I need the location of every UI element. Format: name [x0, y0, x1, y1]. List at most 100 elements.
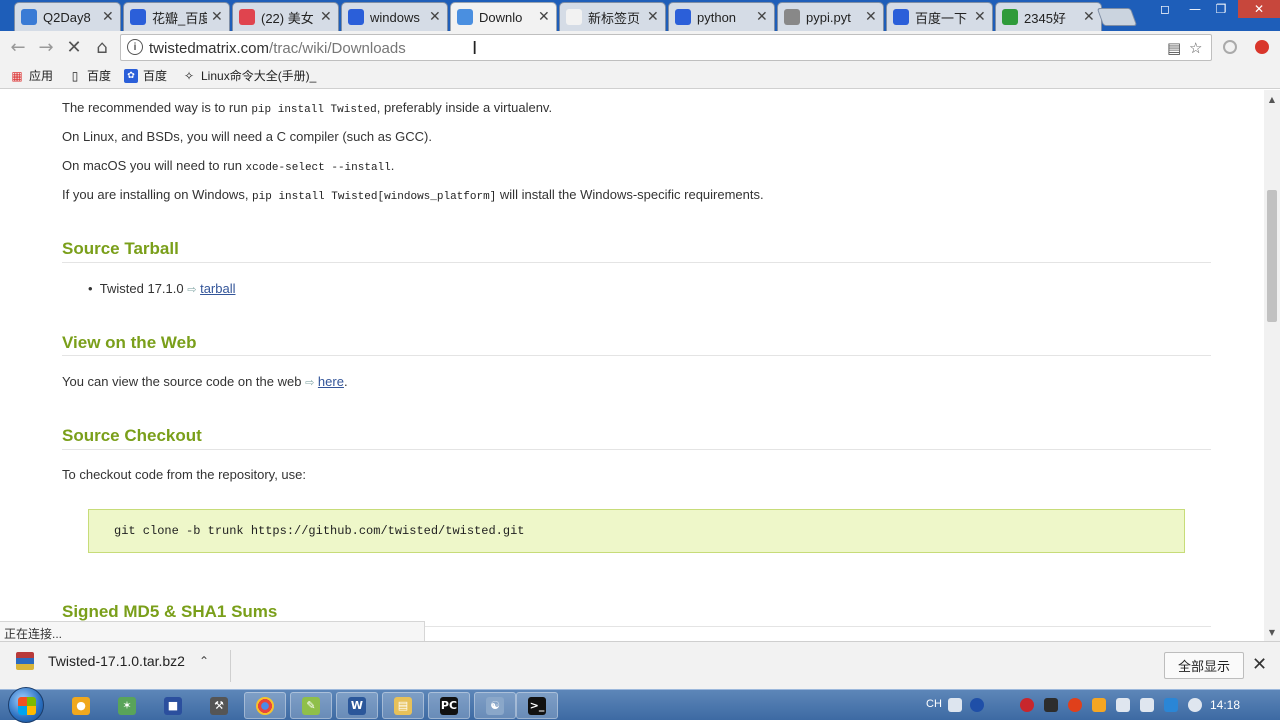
tray-app-icon[interactable]: [1068, 698, 1082, 712]
bookmarks-bar: ▦ 应用 ▯ 百度 ✿ 百度 ✧ Linux命令大全(手册)_: [0, 63, 1280, 89]
taskbar-app[interactable]: PC: [428, 692, 470, 719]
bookmark-item[interactable]: ✿ 百度: [124, 67, 167, 84]
keyboard-icon[interactable]: [948, 698, 962, 712]
scrollbar-thumb[interactable]: [1267, 190, 1277, 322]
tab-close-icon[interactable]: ✕: [102, 9, 114, 25]
help-icon[interactable]: [970, 698, 984, 712]
url-host: twistedmatrix.com: [149, 40, 270, 57]
browser-tab[interactable]: Q2Day8 ✕: [14, 2, 121, 31]
external-link-icon: ⇨: [305, 376, 315, 389]
tab-close-icon[interactable]: ✕: [647, 9, 659, 25]
taskbar-app[interactable]: ☯: [474, 692, 516, 719]
new-tab-button[interactable]: [1096, 8, 1138, 26]
inline-code: xcode-select --install: [245, 162, 391, 174]
tab-close-icon[interactable]: ✕: [429, 9, 441, 25]
antivirus-icon[interactable]: [1020, 698, 1034, 712]
tab-title: 2345好: [1024, 10, 1066, 26]
tab-title: Q2Day8: [43, 9, 91, 25]
menu-extension-icon[interactable]: [1255, 40, 1269, 54]
bookmark-item[interactable]: ✧ Linux命令大全(手册)_: [182, 67, 316, 84]
translate-icon[interactable]: ▤: [1167, 39, 1181, 57]
text: You can view the source code on the web: [62, 374, 306, 389]
home-button[interactable]: ⌂: [90, 36, 114, 58]
tab-close-icon[interactable]: ✕: [1083, 9, 1095, 25]
taskbar-app[interactable]: ■: [152, 692, 194, 719]
browser-tab[interactable]: (22) 美女 ✕: [232, 2, 339, 31]
download-item[interactable]: Twisted-17.1.0.tar.bz2 ⌃: [16, 652, 209, 670]
browser-tab[interactable]: 2345好 ✕: [995, 2, 1102, 31]
site-info-icon[interactable]: i: [127, 39, 143, 55]
forward-button[interactable]: →: [34, 36, 58, 58]
browser-tab[interactable]: 新标签页 ✕: [559, 2, 666, 31]
scroll-up-icon[interactable]: ▲: [1264, 92, 1280, 106]
scroll-down-icon[interactable]: ▼: [1264, 625, 1280, 639]
intro-line: On Linux, and BSDs, you will need a C co…: [62, 129, 432, 144]
tab-close-icon[interactable]: ✕: [756, 9, 768, 25]
git-clone-command[interactable]: git clone -b trunk https://github.com/tw…: [114, 524, 524, 538]
close-window-button[interactable]: ✕: [1238, 0, 1280, 18]
taskbar-app[interactable]: ⚒: [198, 692, 240, 719]
browser-tab[interactable]: 百度一下 ✕: [886, 2, 993, 31]
taskbar-app[interactable]: >_: [516, 692, 558, 719]
volume-icon[interactable]: [1188, 698, 1202, 712]
bookmark-apps[interactable]: ▦ 应用: [10, 67, 53, 84]
taskbar-app-chrome[interactable]: [244, 692, 286, 719]
tab-close-icon[interactable]: ✕: [320, 9, 332, 25]
text: If you are installing on Windows,: [62, 187, 253, 202]
tab-favicon-icon: [239, 9, 255, 25]
browser-tab[interactable]: windows ✕: [341, 2, 448, 31]
clock[interactable]: 14:18: [1210, 698, 1240, 712]
taskbar-app[interactable]: ✎: [290, 692, 332, 719]
restore-button[interactable]: ❐: [1208, 0, 1234, 18]
windows-logo-icon: [18, 706, 36, 715]
heading-view-on-web: View on the Web: [62, 333, 197, 352]
bookmark-label: Linux命令大全(手册)_: [201, 69, 317, 83]
tray-app-icon[interactable]: [1092, 698, 1106, 712]
start-button[interactable]: [8, 687, 44, 723]
browser-tab[interactable]: Downlo ✕: [450, 2, 557, 31]
bookmark-star-icon[interactable]: ☆: [1189, 39, 1202, 57]
tray-app-icon[interactable]: [1164, 698, 1178, 712]
extension-icon[interactable]: [1223, 40, 1237, 54]
apps-grid-icon: ▦: [11, 68, 23, 83]
tab-title: python: [697, 9, 737, 25]
tab-close-icon[interactable]: ✕: [211, 9, 223, 25]
show-all-button[interactable]: 全部显示: [1164, 652, 1244, 679]
bookmark-item[interactable]: ▯ 百度: [68, 67, 111, 84]
tab-close-icon[interactable]: ✕: [538, 9, 550, 25]
tab-title: 新标签页: [588, 10, 641, 26]
stop-loading-button[interactable]: ✕: [62, 36, 86, 58]
language-indicator[interactable]: CH: [926, 698, 942, 710]
text: .: [343, 374, 348, 389]
tray-app-icon[interactable]: [1116, 698, 1130, 712]
tab-favicon-icon: [1002, 9, 1018, 25]
network-icon[interactable]: [1140, 698, 1154, 712]
tab-close-icon[interactable]: ✕: [974, 9, 986, 25]
browser-tab[interactable]: pypi.pyt ✕: [777, 2, 884, 31]
vertical-scrollbar[interactable]: ▲ ▼: [1264, 90, 1280, 641]
here-link[interactable]: here: [318, 374, 344, 389]
taskbar-app[interactable]: W: [336, 692, 378, 719]
tray-app-icon[interactable]: [1044, 698, 1058, 712]
tarball-version: Twisted 17.1.0: [99, 281, 188, 296]
status-bubble: 正在连接...: [0, 621, 425, 641]
browser-tab[interactable]: python ✕: [668, 2, 775, 31]
taskbar-app[interactable]: ●: [60, 692, 102, 719]
text: The recommended way is to run: [62, 100, 252, 115]
taskbar-app[interactable]: ▤: [382, 692, 424, 719]
page-icon: ▯: [71, 68, 79, 83]
minimize-button[interactable]: —: [1182, 0, 1208, 18]
address-bar[interactable]: i twistedmatrix.com/trac/wiki/Downloads …: [120, 34, 1212, 61]
browser-tab[interactable]: 花瓣_百度 ✕: [123, 2, 230, 31]
tab-close-icon[interactable]: ✕: [865, 9, 877, 25]
url-text[interactable]: twistedmatrix.com/trac/wiki/Downloads: [149, 40, 406, 57]
tarball-link[interactable]: tarball: [200, 281, 235, 296]
bookmark-apps-label: 应用: [29, 69, 54, 83]
tab-title: windows: [370, 9, 420, 25]
back-button[interactable]: ←: [6, 36, 30, 58]
tool-app-icon: ⚒: [210, 696, 228, 715]
chevron-up-icon[interactable]: ⌃: [199, 654, 209, 668]
taskbar-app[interactable]: ✶: [106, 692, 148, 719]
close-icon[interactable]: ✕: [1252, 654, 1267, 675]
user-icon[interactable]: ◻: [1152, 0, 1178, 18]
